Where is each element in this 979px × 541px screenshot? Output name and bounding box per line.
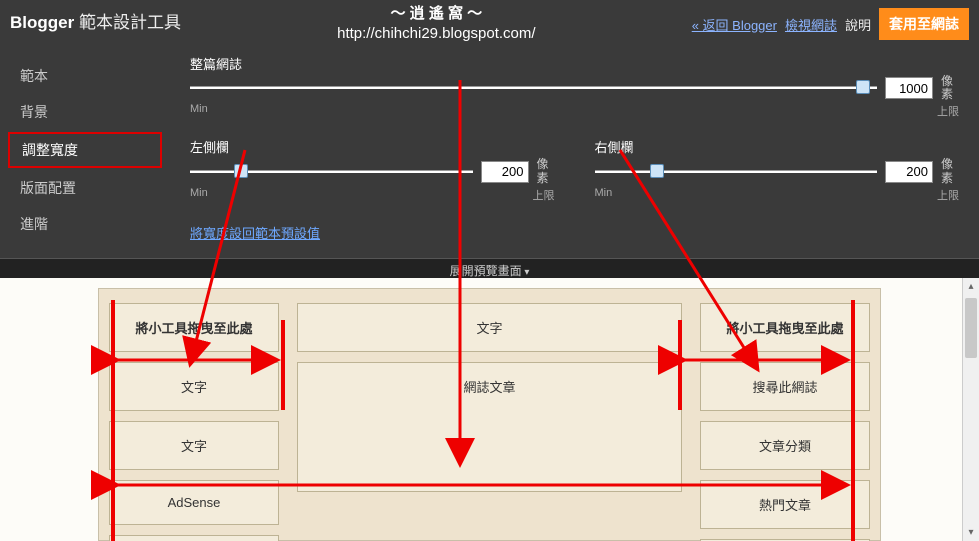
sidebar-item-background[interactable]: 背景 bbox=[0, 94, 170, 130]
sidebar-item-template[interactable]: 範本 bbox=[0, 58, 170, 94]
widget-text[interactable]: 文字 bbox=[297, 303, 682, 352]
left-col-input[interactable] bbox=[481, 161, 529, 183]
sidebar: 範本 背景 調整寬度 版面配置 進階 bbox=[0, 48, 170, 258]
full-width-slider[interactable] bbox=[190, 82, 877, 94]
scroll-down-icon[interactable]: ▾ bbox=[963, 524, 979, 541]
sidebar-item-adjust-width[interactable]: 調整寬度 bbox=[8, 132, 162, 168]
apply-button[interactable]: 套用至網誌 bbox=[879, 8, 969, 40]
min-label: Min bbox=[595, 187, 613, 203]
left-drop-zone[interactable]: 將小工具拖曳至此處 bbox=[109, 303, 279, 352]
right-col-slider[interactable] bbox=[595, 166, 878, 178]
widget-categories[interactable]: 文章分類 bbox=[700, 421, 870, 470]
max-label: 上限 bbox=[533, 187, 555, 203]
back-link[interactable]: « 返回 Blogger bbox=[692, 15, 777, 34]
widget-search[interactable]: 搜尋此網誌 bbox=[700, 362, 870, 411]
reset-widths-link[interactable]: 將寬度設回範本預設值 bbox=[190, 223, 320, 242]
widget-blog-posts[interactable]: 網誌文章 bbox=[297, 362, 682, 492]
full-width-input[interactable] bbox=[885, 77, 933, 99]
left-col-label: 左側欄 bbox=[190, 137, 555, 156]
min-label: Min bbox=[190, 187, 208, 203]
right-col-input[interactable] bbox=[885, 161, 933, 183]
widget-statement[interactable]: 聲明： bbox=[109, 535, 279, 541]
vertical-scrollbar[interactable]: ▴ ▾ bbox=[962, 278, 979, 541]
view-blog-link[interactable]: 檢視網誌 bbox=[785, 15, 837, 34]
max-label: 上限 bbox=[937, 187, 959, 203]
widget-popular[interactable]: 熱門文章 bbox=[700, 480, 870, 529]
app-logo: Blogger 範本設計工具 bbox=[10, 4, 181, 33]
preview-pane: 將小工具拖曳至此處 文字 文字 AdSense 聲明： 文字 網誌文章 將小工具… bbox=[0, 278, 979, 541]
max-label: 上限 bbox=[937, 103, 959, 119]
min-label: Min bbox=[190, 103, 208, 119]
right-col-label: 右側欄 bbox=[595, 137, 960, 156]
sidebar-item-layout[interactable]: 版面配置 bbox=[0, 170, 170, 206]
widget-text[interactable]: 文字 bbox=[109, 362, 279, 411]
help-link[interactable]: 說明 bbox=[845, 15, 871, 34]
blog-title: ～ 逍 遙 窩 ～ http://chihchi29.blogspot.com/ bbox=[181, 4, 692, 43]
widget-adsense[interactable]: AdSense bbox=[109, 480, 279, 525]
scroll-up-icon[interactable]: ▴ bbox=[963, 278, 979, 295]
unit-label: 像素 bbox=[941, 158, 959, 184]
sidebar-item-advanced[interactable]: 進階 bbox=[0, 206, 170, 242]
full-width-label: 整篇網誌 bbox=[190, 54, 959, 73]
widget-text[interactable]: 文字 bbox=[109, 421, 279, 470]
scrollbar-thumb[interactable] bbox=[965, 298, 977, 358]
left-col-slider[interactable] bbox=[190, 166, 473, 178]
right-drop-zone[interactable]: 將小工具拖曳至此處 bbox=[700, 303, 870, 352]
unit-label: 像素 bbox=[537, 158, 555, 184]
unit-label: 像素 bbox=[941, 75, 959, 101]
